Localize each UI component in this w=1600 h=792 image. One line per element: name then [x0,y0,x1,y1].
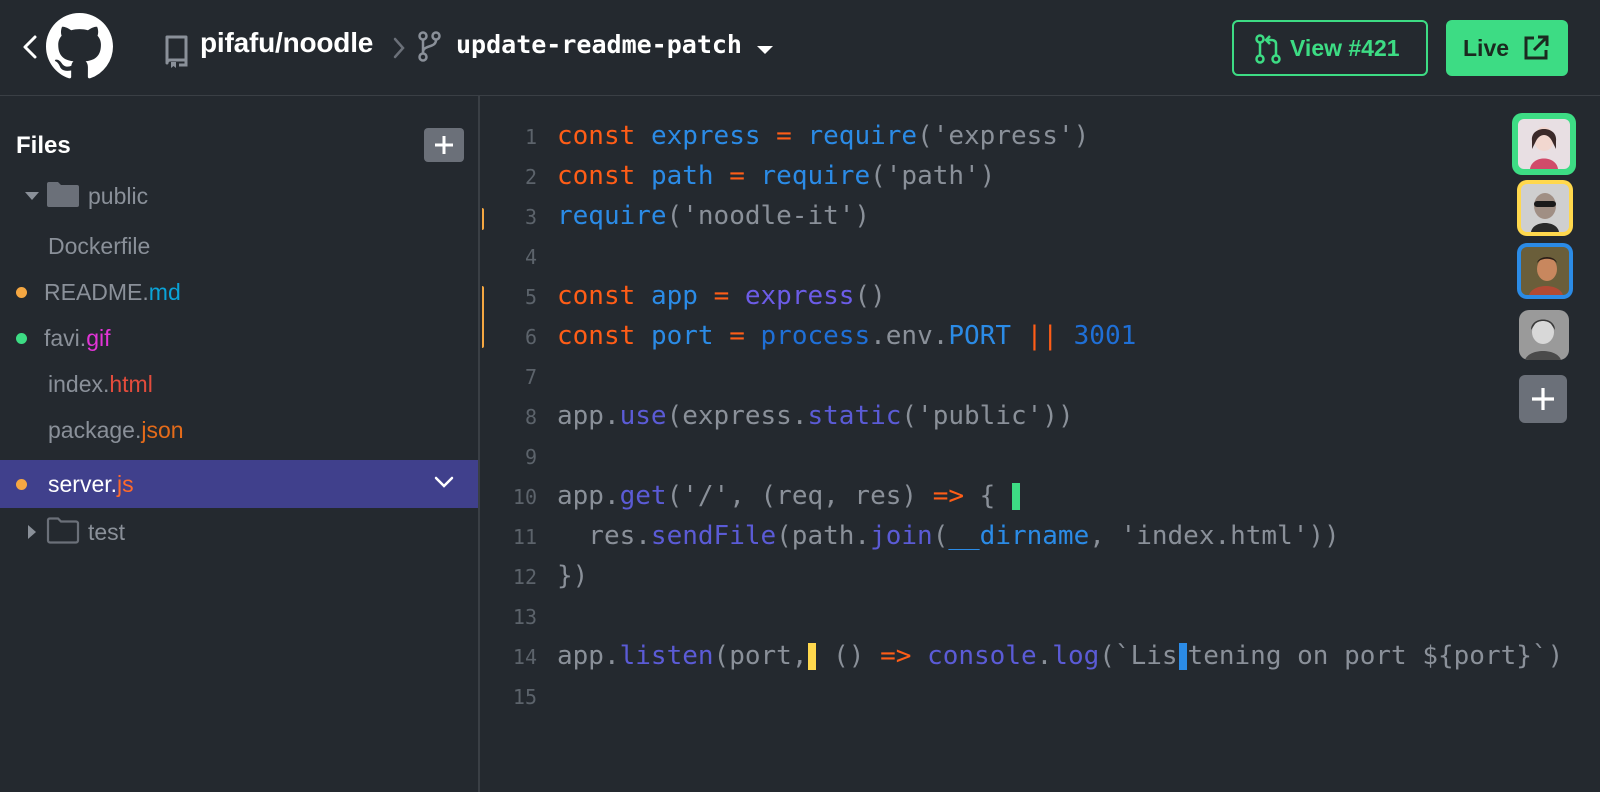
line-number: 1 [524,125,537,149]
folder-name: public [88,183,149,209]
avatar-image [1519,310,1569,360]
code-line[interactable]: 12 }) [482,556,1600,596]
breadcrumb-separator-icon [393,37,405,59]
folder-public[interactable]: public [0,174,478,218]
collaborator-avatar[interactable] [1517,243,1573,299]
code-text: const express = require('express') [557,121,1090,151]
file-index-html[interactable]: index.html [0,362,478,406]
collaborator-avatar[interactable] [1519,310,1569,360]
code-line[interactable]: 4 [482,236,1600,276]
code-line[interactable]: 3 require('noodle-it') [482,196,1600,236]
code-line[interactable]: 11 res.sendFile(path.join(__dirname, 'in… [482,516,1600,556]
added-indicator [16,333,27,344]
repo-icon [165,35,188,68]
live-button[interactable]: Live [1446,20,1568,76]
folder-name: test [88,519,126,545]
back-chevron-icon[interactable] [18,34,42,60]
file-readme[interactable]: README.md [0,270,478,314]
pull-request-icon [1255,34,1281,64]
file-favi-gif[interactable]: favi.gif [0,316,478,360]
avatar-image [1521,184,1569,232]
collaborator-cursor [808,643,817,670]
code-line[interactable]: 14 app.listen(port, () => console.log(`L… [482,636,1600,676]
code-line[interactable]: 13 [482,596,1600,636]
file-name: package.json [48,417,184,443]
code-line[interactable]: 1 const express = require('express') [482,116,1600,156]
file-name: Dockerfile [48,233,151,259]
line-number: 13 [512,605,537,629]
file-name: favi.gif [44,325,111,351]
line-number: 11 [512,525,537,549]
modified-indicator [16,479,27,490]
code-line[interactable]: 9 [482,436,1600,476]
line-number: 3 [524,205,537,229]
top-bar: pifafu/noodle update-readme-patch View #… [0,0,1600,96]
github-logo-icon[interactable] [46,13,113,80]
folder-icon [47,182,79,207]
repo-name-link[interactable]: pifafu/noodle [200,27,373,59]
avatar-image [1518,119,1570,169]
chevron-down-icon[interactable] [434,475,454,489]
code-editor[interactable]: 1 const express = require('express') 2 c… [482,96,1600,792]
code-text: require('noodle-it') [557,201,871,231]
collaborator-avatar[interactable] [1512,113,1576,175]
collaborator-cursor [1011,483,1020,510]
line-number: 4 [524,245,537,269]
line-number: 12 [512,565,537,589]
caret-down-icon [25,192,39,200]
code-line[interactable]: 6 const port = process.env.PORT || 3001 [482,316,1600,356]
live-button-label: Live [1463,35,1510,61]
caret-right-icon [28,525,36,539]
modified-indicator [16,287,27,298]
line-number: 2 [524,165,537,189]
code-text: const app = express() [557,281,886,311]
code-line[interactable]: 5 const app = express() [482,276,1600,316]
file-name: server.js [48,471,134,497]
collaborator-avatar[interactable] [1517,180,1573,236]
line-number: 5 [524,285,537,309]
code-text: const port = process.env.PORT || 3001 [557,321,1137,351]
code-line[interactable]: 10 app.get('/', (req, res) => { [482,476,1600,516]
files-heading: Files [16,132,71,159]
branch-icon [418,31,441,62]
line-number: 9 [524,445,537,469]
folder-test[interactable]: test [0,510,478,554]
line-number: 8 [524,405,537,429]
code-text: res.sendFile(path.join(__dirname, 'index… [557,521,1340,551]
caret-down-icon[interactable] [755,43,775,57]
code-line[interactable]: 15 [482,676,1600,716]
code-text: app.listen(port, () => console.log(`Lis t… [557,641,1564,671]
line-number: 6 [524,325,537,349]
view-pull-request-button[interactable]: View #421 [1232,20,1428,76]
add-collaborator-button[interactable] [1519,375,1567,423]
folder-icon [46,517,80,544]
avatar-image [1521,247,1569,295]
code-text: }) [557,561,589,591]
file-name: README.md [44,279,181,305]
file-explorer: Files public Dockerfile README.md favi.g… [0,96,480,792]
code-line[interactable]: 2 const path = require('path') [482,156,1600,196]
line-number: 7 [524,365,537,389]
view-button-label: View #421 [1290,35,1400,61]
file-package-json[interactable]: package.json [0,408,478,452]
line-number: 10 [512,485,537,509]
line-number: 15 [512,685,537,709]
add-file-button[interactable] [424,128,464,162]
line-number: 14 [512,645,537,669]
code-text: const path = require('path') [557,161,996,191]
code-text: app.use(express.static('public')) [557,401,1074,431]
code-text: app.get('/', (req, res) => { [557,481,1021,511]
code-line[interactable]: 7 [482,356,1600,396]
branch-selector[interactable]: update-readme-patch [456,30,742,59]
file-server-js[interactable]: server.js [0,460,478,508]
plus-icon [1532,388,1554,410]
collaborator-cursor [1178,643,1187,670]
file-dockerfile[interactable]: Dockerfile [0,224,478,268]
file-name: index.html [48,371,153,397]
code-line[interactable]: 8 app.use(express.static('public')) [482,396,1600,436]
plus-icon [435,136,453,154]
external-link-icon [1524,35,1549,60]
